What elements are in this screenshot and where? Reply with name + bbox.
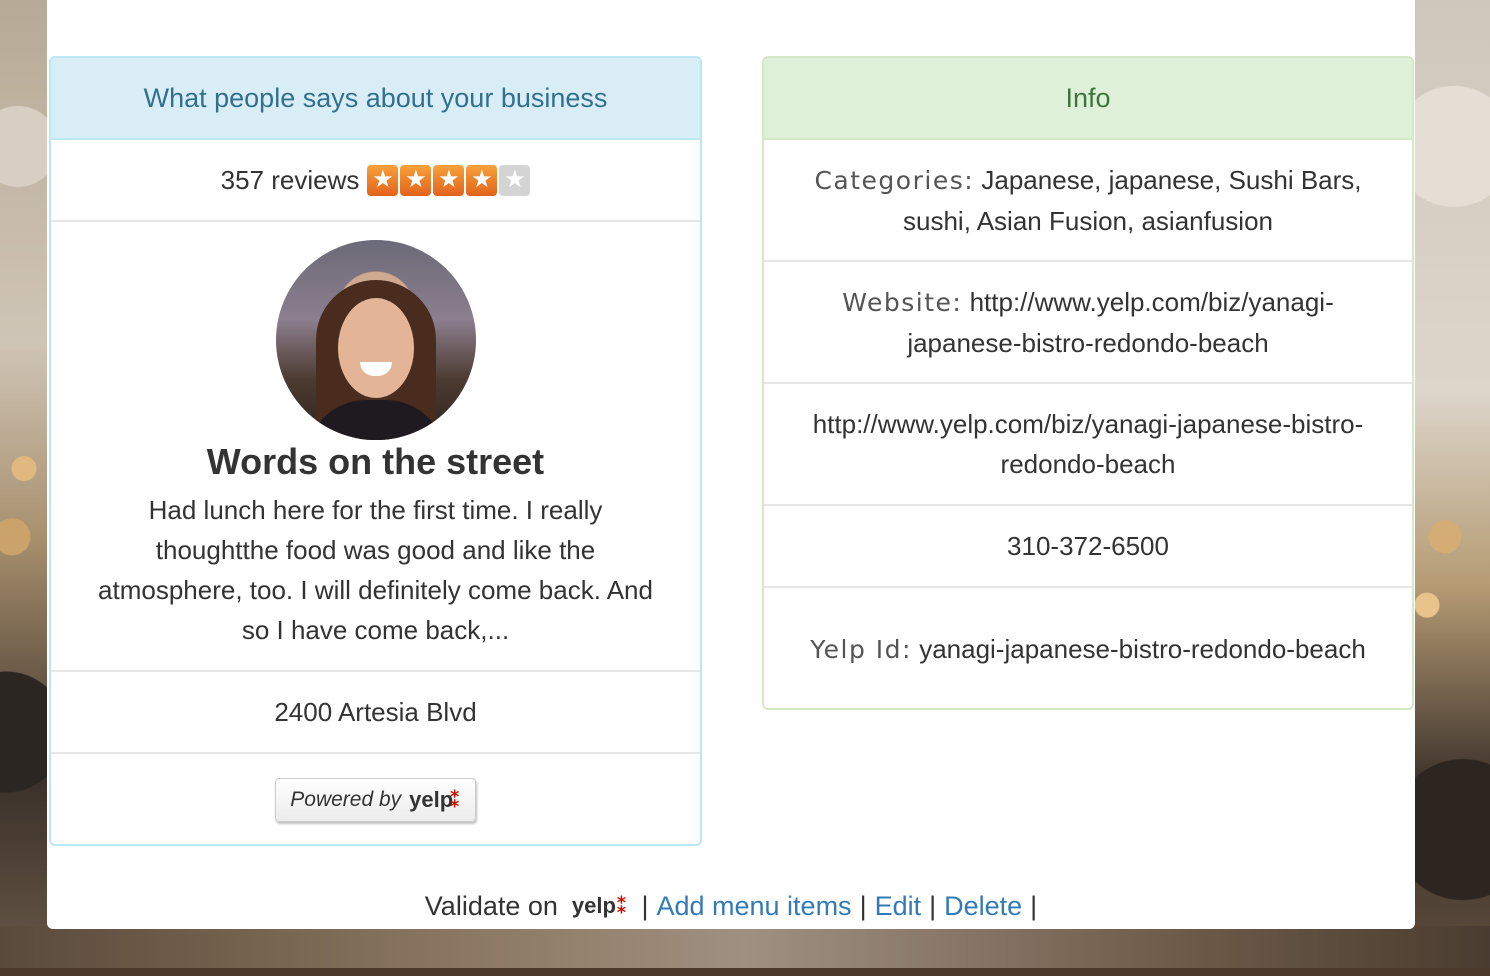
phone-row: 310-372-6500 xyxy=(764,506,1412,588)
categories-label: Categories: xyxy=(814,165,975,195)
rating-stars: ★ ★ ★ ★ ★ xyxy=(367,164,531,196)
yelp-id-row: Yelp Id: yanagi-japanese-bistro-redondo-… xyxy=(764,588,1412,708)
categories-row: Categories: Japanese, japanese, Sushi Ba… xyxy=(764,140,1412,262)
star-filled-icon: ★ xyxy=(433,164,465,196)
edit-link[interactable]: Edit xyxy=(875,891,922,922)
reviews-panel-heading: What people says about your business xyxy=(51,58,700,140)
review-row: Words on the street Had lunch here for t… xyxy=(51,222,700,672)
content-card: What people says about your business 357… xyxy=(47,0,1415,929)
yelp-burst-icon: ⁑ xyxy=(615,893,628,918)
website-value: http://www.yelp.com/biz/yanagi-japanese-… xyxy=(907,286,1334,358)
reviews-panel: What people says about your business 357… xyxy=(49,56,702,846)
reviewer-avatar xyxy=(275,240,476,440)
validate-label: Validate on xyxy=(424,890,558,921)
validate-yelp-link[interactable]: yelp⁑ xyxy=(572,893,628,919)
star-filled-icon: ★ xyxy=(466,164,498,196)
url-text: http://www.yelp.com/biz/yanagi-japanese-… xyxy=(812,409,1364,479)
address-text: 2400 Artesia Blvd xyxy=(274,697,477,727)
add-menu-items-link[interactable]: Add menu items xyxy=(656,891,851,922)
yelp-burst-icon: ⁑ xyxy=(449,787,461,812)
delete-link[interactable]: Delete xyxy=(944,891,1022,922)
website-label: Website: xyxy=(842,287,963,317)
yelp-logo: yelp⁑ xyxy=(409,787,461,812)
separator: | xyxy=(929,890,937,921)
background-photo-bottom xyxy=(0,926,1490,976)
info-panel-heading: Info xyxy=(764,58,1412,140)
review-count: 357 reviews xyxy=(220,165,360,195)
star-filled-icon: ★ xyxy=(400,164,432,196)
review-summary-row: 357 reviews ★ ★ ★ ★ ★ xyxy=(51,140,700,222)
address-row: 2400 Artesia Blvd xyxy=(51,672,700,754)
info-panel: Info Categories: Japanese, japanese, Sus… xyxy=(762,56,1414,710)
star-empty-icon: ★ xyxy=(499,164,531,196)
separator: | xyxy=(641,890,649,921)
review-text: Had lunch here for the first time. I rea… xyxy=(98,495,653,645)
url-row: http://www.yelp.com/biz/yanagi-japanese-… xyxy=(764,384,1412,506)
review-title: Words on the street xyxy=(206,441,545,482)
powered-by-yelp-badge[interactable]: Powered by yelp⁑ xyxy=(275,778,476,822)
website-row: Website: http://www.yelp.com/biz/yanagi-… xyxy=(764,262,1412,384)
star-filled-icon: ★ xyxy=(367,164,399,196)
separator: | xyxy=(1030,890,1038,921)
powered-by-label: Powered by xyxy=(290,788,402,811)
footer-actions: Validate on yelp⁑ | Add menu items | Edi… xyxy=(47,886,1415,926)
separator: | xyxy=(859,890,867,921)
phone-text: 310-372-6500 xyxy=(1007,531,1169,561)
powered-by-row: Powered by yelp⁑ xyxy=(51,754,700,844)
yelp-id-value: yanagi-japanese-bistro-redondo-beach xyxy=(919,633,1366,664)
yelp-id-label: Yelp Id: xyxy=(810,634,912,664)
